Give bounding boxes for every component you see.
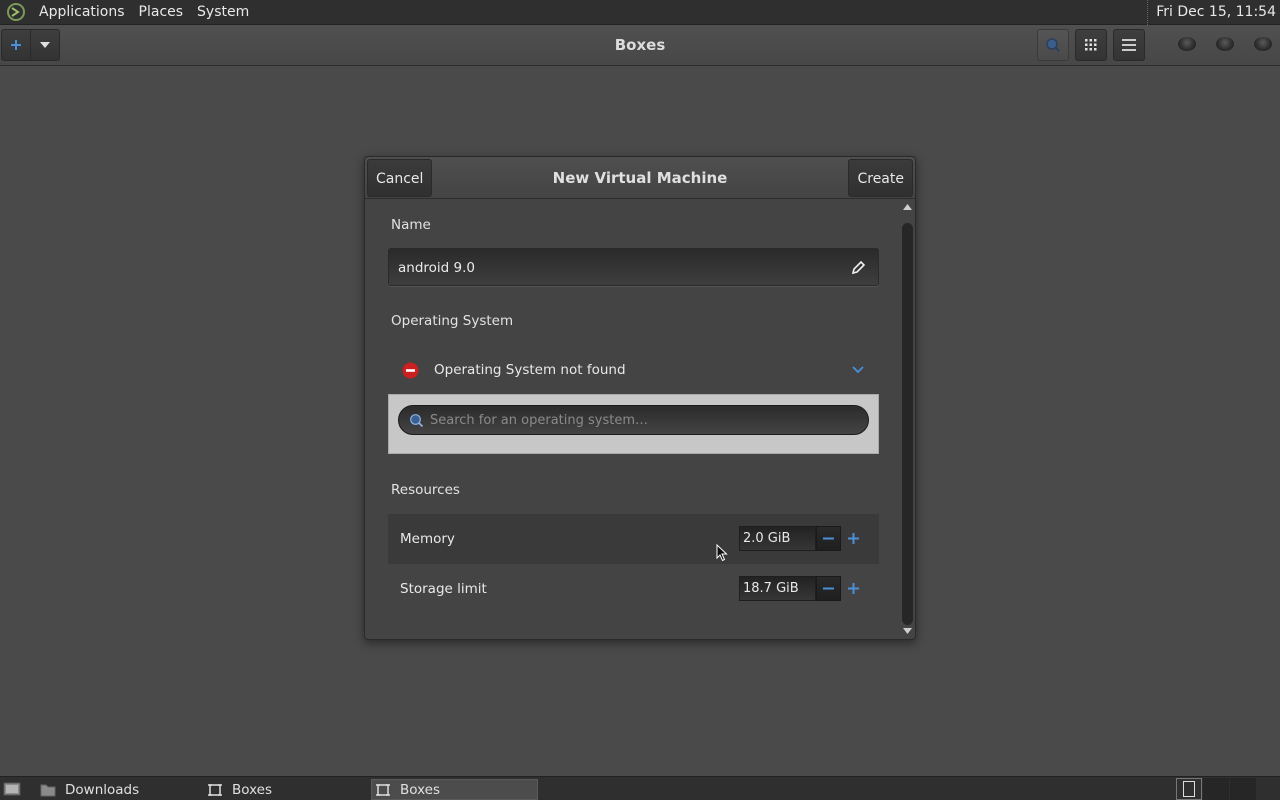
os-search-field[interactable]	[398, 405, 869, 435]
create-button[interactable]: Create	[848, 159, 913, 197]
boxes-icon	[375, 782, 391, 798]
memory-label: Memory	[400, 531, 455, 547]
chevron-down-icon[interactable]	[851, 364, 865, 376]
plus-icon	[848, 583, 859, 594]
taskbar: Downloads Boxes Boxes	[0, 776, 1280, 800]
grid-view-icon	[1085, 39, 1097, 51]
workspace-3[interactable]	[1230, 778, 1256, 800]
minus-icon	[823, 537, 834, 540]
menu-places[interactable]: Places	[132, 4, 191, 20]
menu-system[interactable]: System	[190, 4, 256, 20]
dialog-title: New Virtual Machine	[552, 169, 728, 187]
storage-increase-button[interactable]	[841, 576, 866, 601]
task-downloads[interactable]: Downloads	[36, 779, 198, 800]
workspace-2[interactable]	[1203, 778, 1229, 800]
mouse-cursor-icon	[716, 544, 728, 562]
storage-row: Storage limit 18.7 GiB	[388, 564, 879, 614]
main-menu-button[interactable]	[1113, 29, 1145, 61]
task-boxes[interactable]: Boxes	[204, 779, 366, 800]
search-icon	[410, 414, 424, 428]
os-label: Operating System	[391, 313, 514, 329]
scroll-down-icon[interactable]	[903, 628, 912, 634]
folder-icon	[40, 782, 56, 798]
memory-decrease-button[interactable]	[816, 526, 841, 551]
top-panel: Applications Places System Fri Dec 15, 1…	[0, 0, 1280, 25]
scrollbar-thumb[interactable]	[902, 223, 913, 625]
plus-icon	[11, 40, 22, 50]
os-selector[interactable]: Operating System not found	[391, 354, 879, 386]
distro-logo-icon[interactable]	[6, 2, 26, 22]
new-box-button-group	[1, 29, 60, 61]
error-icon	[402, 362, 419, 379]
close-button[interactable]	[1254, 37, 1272, 51]
storage-label: Storage limit	[400, 581, 487, 597]
storage-value: 18.7 GiB	[743, 581, 799, 596]
os-search-container	[388, 394, 879, 454]
headerbar: Boxes	[0, 25, 1280, 66]
search-icon	[1046, 38, 1060, 52]
boxes-icon	[207, 782, 223, 798]
maximize-button[interactable]	[1216, 37, 1234, 51]
scroll-up-icon[interactable]	[903, 204, 912, 210]
dialog-header: Cancel New Virtual Machine Create	[365, 157, 915, 199]
memory-row: Memory 2.0 GiB	[388, 514, 879, 564]
cancel-button[interactable]: Cancel	[367, 159, 433, 197]
grid-view-button[interactable]	[1075, 29, 1107, 61]
name-label: Name	[391, 217, 431, 233]
hamburger-menu-icon	[1122, 39, 1136, 51]
show-desktop-icon[interactable]	[3, 781, 21, 797]
name-field[interactable]: android 9.0	[388, 248, 879, 286]
name-value: android 9.0	[398, 260, 475, 276]
task-label: Downloads	[65, 781, 140, 798]
storage-decrease-button[interactable]	[816, 576, 841, 601]
memory-input[interactable]: 2.0 GiB	[739, 526, 816, 551]
new-box-button[interactable]	[2, 30, 30, 60]
memory-value: 2.0 GiB	[743, 531, 791, 546]
minus-icon	[823, 587, 834, 590]
pencil-icon[interactable]	[850, 260, 866, 276]
os-search-input[interactable]	[430, 406, 850, 434]
menu-applications[interactable]: Applications	[32, 4, 132, 20]
plus-icon	[848, 533, 859, 544]
os-status: Operating System not found	[434, 362, 626, 378]
task-label: Boxes	[400, 781, 441, 798]
memory-increase-button[interactable]	[841, 526, 866, 551]
minimize-button[interactable]	[1178, 37, 1196, 51]
task-label: Boxes	[232, 781, 273, 798]
search-button[interactable]	[1037, 29, 1069, 61]
task-boxes-active[interactable]: Boxes	[371, 779, 538, 800]
workspace-1[interactable]	[1176, 778, 1202, 800]
resources-label: Resources	[391, 482, 460, 498]
chevron-down-icon	[40, 42, 51, 48]
storage-input[interactable]: 18.7 GiB	[739, 576, 816, 601]
new-vm-dialog: Cancel New Virtual Machine Create Name a…	[364, 156, 916, 640]
clock[interactable]: Fri Dec 15, 11:54	[1147, 0, 1276, 25]
new-box-dropdown-button[interactable]	[30, 30, 59, 60]
